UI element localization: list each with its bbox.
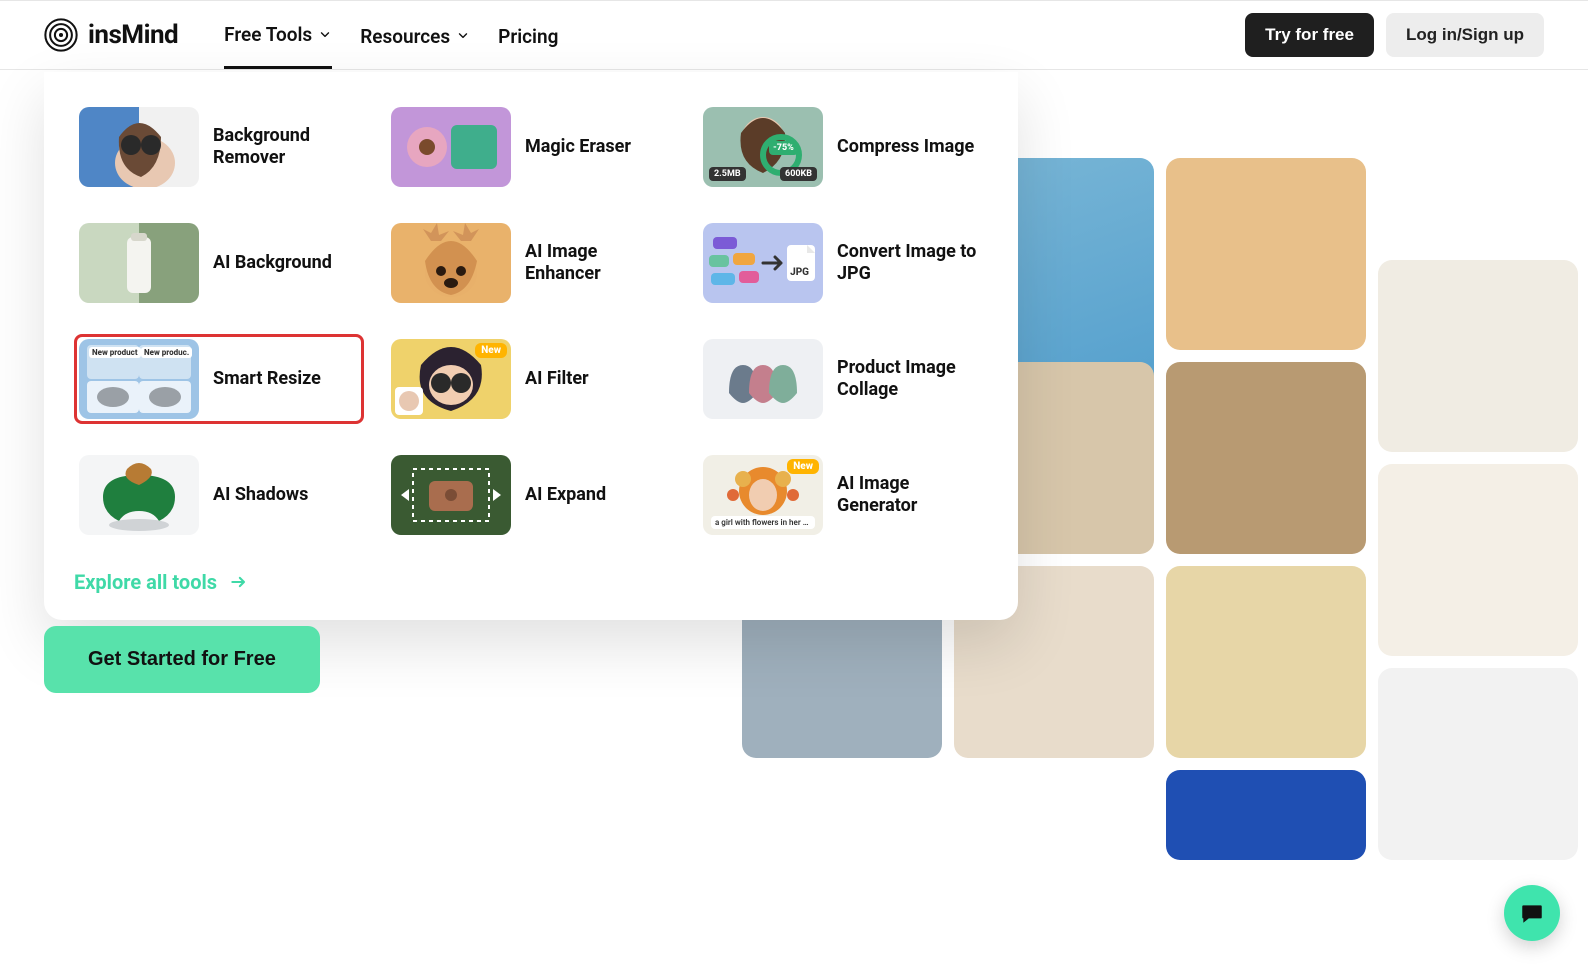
tool-label: Product Image Collage	[837, 357, 983, 402]
try-for-free-button[interactable]: Try for free	[1245, 13, 1374, 57]
tool-ai-background[interactable]: AI Background	[74, 218, 364, 308]
new-badge: New	[787, 459, 819, 474]
arrow-right-icon	[229, 572, 249, 592]
tool-convert-image[interactable]: JPG Convert Image to JPG	[698, 218, 988, 308]
tool-thumb	[79, 107, 199, 187]
tool-label: AI Image Generator	[837, 473, 983, 518]
tool-label: AI Image Enhancer	[525, 241, 671, 286]
tool-thumb	[391, 223, 511, 303]
hero-cta-area: Get Started for Free	[44, 626, 320, 693]
explore-label: Explore all tools	[74, 570, 217, 594]
free-tools-dropdown: Background Remover Magic Eraser 2.5MB 60…	[44, 72, 1018, 620]
nav-pricing[interactable]: Pricing	[498, 3, 558, 68]
nav-resources[interactable]: Resources	[360, 3, 470, 68]
tool-label: Convert Image to JPG	[837, 241, 983, 286]
tool-product-collage[interactable]: Product Image Collage	[698, 334, 988, 424]
tool-thumb: New product New produc.	[79, 339, 199, 419]
nav-pricing-label: Pricing	[498, 25, 558, 48]
explore-all-tools-link[interactable]: Explore all tools	[74, 570, 249, 594]
tool-thumb	[79, 455, 199, 535]
tool-ai-shadows[interactable]: AI Shadows	[74, 450, 364, 540]
brand-logo[interactable]: insMind	[44, 18, 178, 52]
brand-name: insMind	[88, 20, 178, 50]
tool-magic-eraser[interactable]: Magic Eraser	[386, 102, 676, 192]
ai-gen-prompt: a girl with flowers in her head	[711, 516, 815, 529]
compress-after-badge: 600KB	[780, 167, 817, 181]
smart-resize-tag: New product	[89, 347, 141, 358]
tool-label: AI Expand	[525, 484, 606, 507]
tool-label: Magic Eraser	[525, 136, 631, 159]
smart-resize-tag: New produc.	[141, 347, 192, 358]
mosaic-tile	[1166, 362, 1366, 554]
tool-label: Background Remover	[213, 125, 359, 170]
mosaic-tile	[1378, 260, 1578, 452]
tool-thumb	[391, 107, 511, 187]
tool-thumb	[79, 223, 199, 303]
top-nav: insMind Free Tools Resources Pricing Try…	[0, 0, 1588, 70]
logo-icon	[44, 18, 78, 52]
tool-ai-image-enhancer[interactable]: AI Image Enhancer	[386, 218, 676, 308]
nav-free-tools[interactable]: Free Tools	[224, 1, 332, 69]
tool-label: AI Filter	[525, 368, 589, 391]
mosaic-tile	[1166, 770, 1366, 860]
tool-label: Compress Image	[837, 136, 974, 159]
tool-thumb: New	[391, 339, 511, 419]
tools-grid: Background Remover Magic Eraser 2.5MB 60…	[74, 102, 988, 540]
convert-jpg-label: JPG	[790, 267, 809, 278]
nav-free-tools-label: Free Tools	[224, 23, 312, 46]
tool-label: AI Shadows	[213, 484, 308, 507]
tool-smart-resize[interactable]: New product New produc. Smart Resize	[74, 334, 364, 424]
tool-ai-expand[interactable]: AI Expand	[386, 450, 676, 540]
mosaic-tile	[1166, 566, 1366, 758]
mosaic-tile	[1166, 158, 1366, 350]
tool-ai-filter[interactable]: New AI Filter	[386, 334, 676, 424]
nav-resources-label: Resources	[360, 25, 450, 48]
tool-background-remover[interactable]: Background Remover	[74, 102, 364, 192]
chevron-down-icon	[456, 29, 470, 43]
tool-thumb: JPG	[703, 223, 823, 303]
tool-thumb	[391, 455, 511, 535]
tool-label: Smart Resize	[213, 368, 321, 391]
tool-compress-image[interactable]: 2.5MB 600KB -75% Compress Image	[698, 102, 988, 192]
compress-pct-badge: -75%	[769, 141, 798, 155]
mosaic-tile	[1378, 464, 1578, 656]
mosaic-tile	[1378, 668, 1578, 860]
chat-launcher[interactable]	[1504, 885, 1560, 941]
get-started-button[interactable]: Get Started for Free	[44, 626, 320, 693]
login-signup-button[interactable]: Log in/Sign up	[1386, 13, 1544, 57]
tool-thumb: New a girl with flowers in her head	[703, 455, 823, 535]
new-badge: New	[475, 343, 507, 358]
tool-ai-image-generator[interactable]: New a girl with flowers in her head AI I…	[698, 450, 988, 540]
tool-thumb	[703, 339, 823, 419]
nav-links: Free Tools Resources Pricing	[224, 1, 558, 69]
chevron-down-icon	[318, 28, 332, 42]
get-started-label: Get Started for Free	[88, 648, 276, 670]
chat-icon	[1519, 900, 1545, 926]
compress-before-badge: 2.5MB	[709, 167, 746, 181]
try-for-free-label: Try for free	[1265, 25, 1354, 44]
tool-thumb: 2.5MB 600KB -75%	[703, 107, 823, 187]
tool-label: AI Background	[213, 252, 332, 275]
login-signup-label: Log in/Sign up	[1406, 25, 1524, 44]
